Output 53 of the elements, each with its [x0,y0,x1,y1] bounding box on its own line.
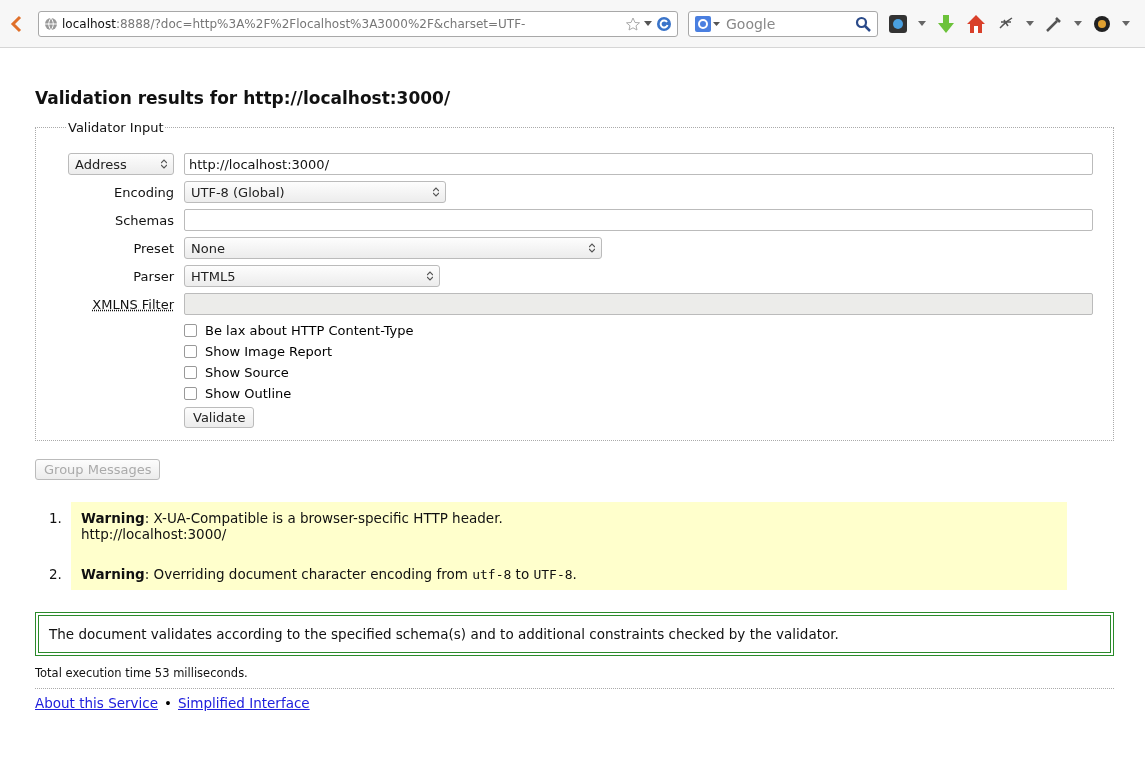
list-number: 2. [49,565,63,584]
stepper-icon [589,243,595,253]
page-title: Validation results for http://localhost:3000/ [35,88,452,108]
url-text: localhost:8888/?doc=http%3A%2F%2Flocalhost%3A3000%2F&charset=UTF- [62,16,527,31]
color-wheel-icon[interactable] [1092,13,1112,34]
fieldset-legend: Validator Input [66,120,166,135]
caret-icon[interactable] [1122,20,1130,27]
globe-icon [44,16,58,31]
warning-message: Warning: Overriding document character encoding from utf-8 to UTF-8. [71,560,1067,590]
search-engine-icon[interactable] [695,15,721,32]
input-field[interactable]: http://localhost:3000/ [184,153,1093,175]
caret-icon[interactable] [1074,20,1082,27]
field-label: Preset [133,240,174,256]
select-field[interactable]: None [184,237,602,259]
validate-button[interactable]: Validate [184,407,255,428]
checkbox[interactable] [184,387,197,400]
checkbox-label: Be lax about HTTP Content-Type [205,323,414,338]
field-label: Parser [133,268,174,284]
field-label: Encoding [114,184,174,200]
search-placeholder: Google [726,15,777,32]
address-bar[interactable]: localhost:8888/?doc=http%3A%2F%2Flocalhost%3A3000%2F&charset=UTF- [38,10,678,37]
select-field[interactable]: UTF-8 (Global) [184,181,446,203]
caret-icon[interactable] [918,20,926,27]
checkbox-label: Show Outline [205,386,292,401]
checkbox[interactable] [184,345,197,358]
camera-icon[interactable] [888,13,908,34]
stepper-icon [427,271,433,281]
checkbox-label: Show Source [205,365,289,380]
input-field[interactable] [184,209,1093,231]
warning-message: Warning: X-UA-Compatible is a browser-specific HTTP header. http://localhost:3000/ [71,502,1067,560]
stepper-icon [433,187,439,197]
select-field[interactable]: HTML5 [184,265,440,287]
field-label: XMLNS Filter [92,296,174,312]
checkbox[interactable] [184,366,197,379]
list-number: 1. [49,509,63,528]
checkbox[interactable] [184,324,197,337]
home-icon[interactable] [966,13,986,34]
search-icon[interactable] [855,15,871,32]
footer-link[interactable]: Simplified Interface [178,695,310,711]
input-type-select[interactable]: Address [68,153,174,175]
checkbox-label: Show Image Report [205,344,333,359]
execution-time: Total execution time 53 milliseconds. [35,666,249,680]
caret-icon[interactable] [644,20,652,27]
reload-icon[interactable] [656,15,672,32]
search-field[interactable]: Google [688,10,878,37]
caret-icon[interactable] [1026,20,1034,27]
field-label: Schemas [114,212,174,228]
footer-link[interactable]: About this Service [35,695,159,711]
star-icon[interactable] [626,16,640,31]
stepper-icon [161,159,167,169]
success-message: The document validates according to the specified schema(s) and to additional constraints checked by the validator. [35,612,1114,656]
input-field[interactable] [184,293,1093,315]
separator-dot: • [164,695,172,711]
